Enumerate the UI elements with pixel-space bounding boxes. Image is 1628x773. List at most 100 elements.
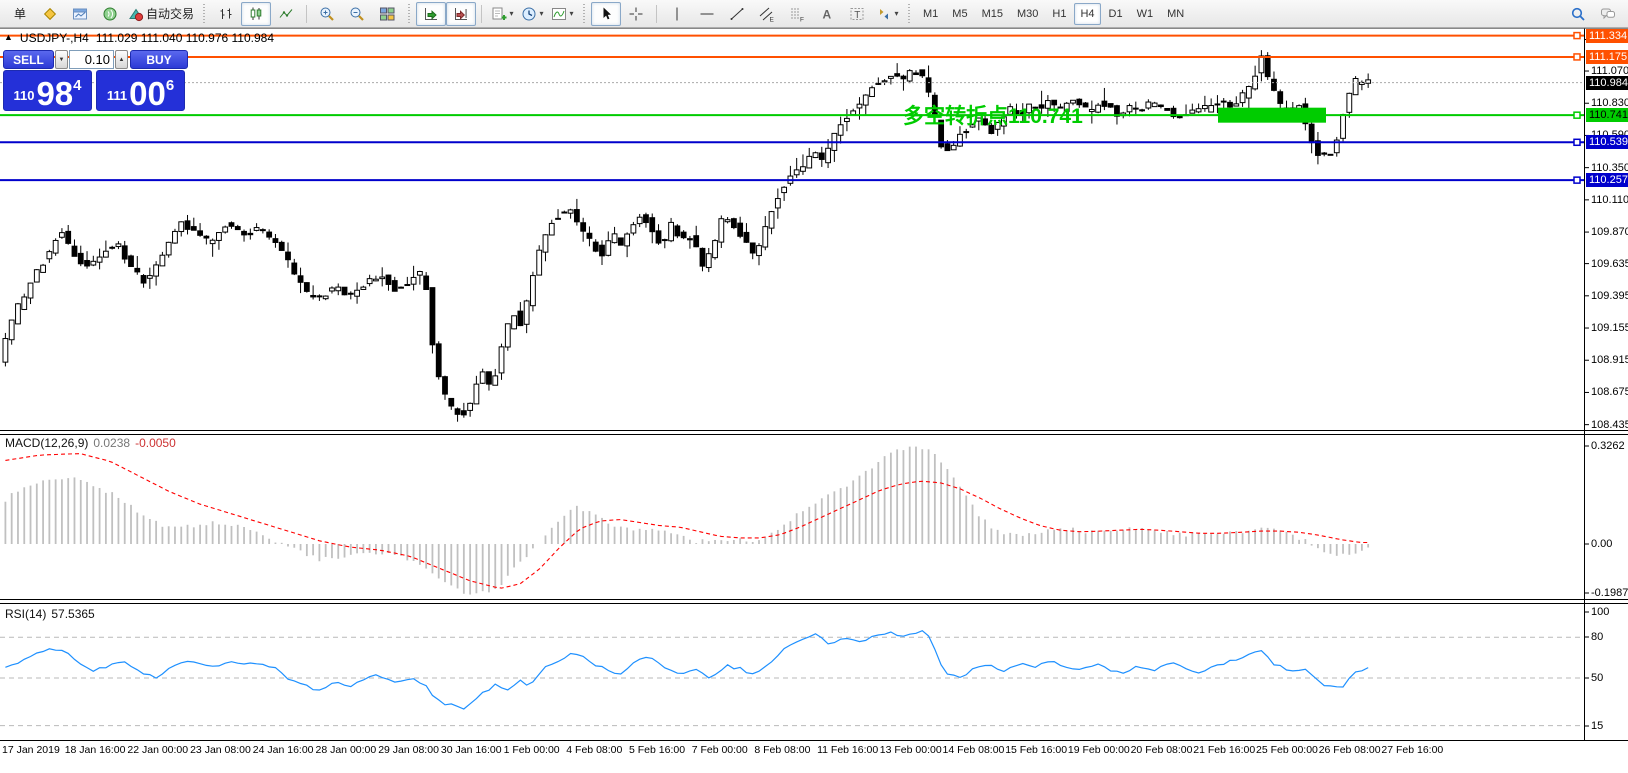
chat-icon	[1600, 6, 1616, 22]
new-order-button[interactable]: 单	[5, 2, 35, 26]
time-axis-label: 13 Feb 00:00	[880, 744, 942, 756]
new-chart-button[interactable]: ▾	[487, 2, 517, 26]
timeframe-H4[interactable]: H4	[1074, 3, 1100, 25]
level-line-handle[interactable]	[1574, 139, 1580, 145]
volume-input[interactable]	[69, 50, 114, 69]
bar-chart-icon	[218, 6, 234, 22]
timeframe-MN[interactable]: MN	[1161, 3, 1190, 25]
timeframe-D1[interactable]: D1	[1103, 3, 1129, 25]
time-axis-label: 23 Jan 08:00	[190, 744, 251, 756]
autotrade-button-label: 自动交易	[146, 5, 194, 22]
price-tick-label: 109.870	[1591, 226, 1628, 238]
macd-tick-label: 0.3262	[1591, 440, 1625, 452]
fibonacci-button[interactable]: F	[782, 2, 812, 26]
history-center-icon	[42, 6, 58, 22]
timeframe-M15[interactable]: M15	[976, 3, 1009, 25]
horizontal-level-lines[interactable]	[0, 33, 1584, 184]
toolbar-separator	[481, 5, 482, 23]
line-chart-icon	[278, 6, 294, 22]
trendline-icon	[729, 6, 745, 22]
candlestick-chart-icon	[248, 6, 264, 22]
timeframe-M1[interactable]: M1	[917, 3, 944, 25]
chart-window-icon	[72, 6, 88, 22]
toolbar: 单自动交易▾▾▾EFAT▾M1M5M15M30H1H4D1W1MN	[0, 0, 1628, 28]
price-tick-label: 109.155	[1591, 322, 1628, 334]
chart-shift-button[interactable]	[446, 2, 476, 26]
indicators-icon	[551, 6, 567, 22]
candlestick-series	[3, 50, 1371, 422]
price-tick-label: 109.635	[1591, 258, 1628, 270]
toolbar-grip	[907, 4, 911, 24]
trendline-button[interactable]	[722, 2, 752, 26]
macd-indicator-label: MACD(12,26,9)0.0238-0.0050	[5, 436, 176, 450]
toolbar-separator	[656, 5, 657, 23]
price-badge-level: 111.175	[1586, 50, 1628, 64]
search-button[interactable]	[1563, 2, 1593, 26]
pane-frames	[0, 29, 1628, 741]
price-badge-level: 110.741	[1586, 108, 1628, 122]
text-button[interactable]: A	[812, 2, 842, 26]
crosshair-button[interactable]	[621, 2, 651, 26]
signals-button[interactable]	[95, 2, 125, 26]
bar-chart-button[interactable]	[211, 2, 241, 26]
time-axis-label: 19 Feb 00:00	[1068, 744, 1130, 756]
profiles-button[interactable]: ▾	[517, 2, 547, 26]
buy-button[interactable]: BUY	[130, 50, 188, 69]
auto-scroll-button[interactable]	[416, 2, 446, 26]
time-axis-label: 15 Feb 16:00	[1005, 744, 1067, 756]
chart-canvas[interactable]	[0, 0, 1628, 773]
horizontal-line-button[interactable]	[692, 2, 722, 26]
equidistant-channel-button[interactable]: E	[752, 2, 782, 26]
tile-windows-button[interactable]	[372, 2, 402, 26]
zoom-in-button[interactable]	[312, 2, 342, 26]
macd-signal-line	[5, 454, 1368, 588]
macd-signal-value: -0.0050	[135, 436, 176, 450]
history-center-button[interactable]	[35, 2, 65, 26]
volume-decrease-button[interactable]: ▼	[55, 50, 68, 69]
level-line-handle[interactable]	[1574, 33, 1580, 39]
sell-price-display[interactable]: 110 98 4	[3, 70, 92, 111]
line-chart-button[interactable]	[271, 2, 301, 26]
time-axis-label: 14 Feb 08:00	[943, 744, 1005, 756]
toolbar-grip	[407, 4, 411, 24]
text-icon: A	[819, 6, 835, 22]
price-tick-label: 108.675	[1591, 386, 1628, 398]
text-label-button[interactable]: T	[842, 2, 872, 26]
candlestick-chart-button[interactable]	[241, 2, 271, 26]
autotrade-icon	[128, 6, 144, 22]
timeframe-M5[interactable]: M5	[946, 3, 973, 25]
timeframe-W1[interactable]: W1	[1131, 3, 1160, 25]
indicators-button[interactable]: ▾	[547, 2, 577, 26]
price-badge-level: 110.539	[1586, 135, 1628, 149]
sell-button[interactable]: SELL	[3, 50, 54, 69]
zoom-out-button[interactable]	[342, 2, 372, 26]
autotrade-button[interactable]: 自动交易	[125, 2, 197, 26]
level-line-handle[interactable]	[1574, 177, 1580, 183]
chat-button[interactable]	[1593, 2, 1623, 26]
timeframe-H1[interactable]: H1	[1046, 3, 1072, 25]
buy-price-display[interactable]: 111 00 6	[96, 70, 185, 111]
timeframe-M30[interactable]: M30	[1011, 3, 1044, 25]
vertical-line-button[interactable]	[662, 2, 692, 26]
chevron-down-icon: ▾	[510, 9, 514, 18]
level-line-handle[interactable]	[1574, 54, 1580, 60]
sell-price-prefix: 110	[13, 88, 34, 103]
price-tick-label: 110.110	[1591, 194, 1628, 206]
rsi-line	[5, 631, 1368, 709]
buy-price-pip: 6	[166, 77, 174, 94]
volume-increase-button[interactable]: ▲	[115, 50, 128, 69]
price-tick-label: 109.395	[1591, 290, 1628, 302]
rsi-name: RSI(14)	[5, 607, 46, 621]
time-axis-label: 27 Feb 16:00	[1381, 744, 1443, 756]
chart-window-button[interactable]	[65, 2, 95, 26]
arrows-button[interactable]: ▾	[872, 2, 902, 26]
toolbar-separator	[306, 5, 307, 23]
level-line-handle[interactable]	[1574, 112, 1580, 118]
time-axis-label: 8 Feb 08:00	[754, 744, 810, 756]
toolbar-left: 单自动交易▾▾▾EFAT▾M1M5M15M30H1H4D1W1MN	[5, 2, 1191, 26]
pivot-highlight-rect	[1218, 108, 1326, 123]
macd-name: MACD(12,26,9)	[5, 436, 88, 450]
horizontal-line-icon	[699, 6, 715, 22]
svg-text:E: E	[770, 16, 775, 22]
cursor-button[interactable]	[591, 2, 621, 26]
